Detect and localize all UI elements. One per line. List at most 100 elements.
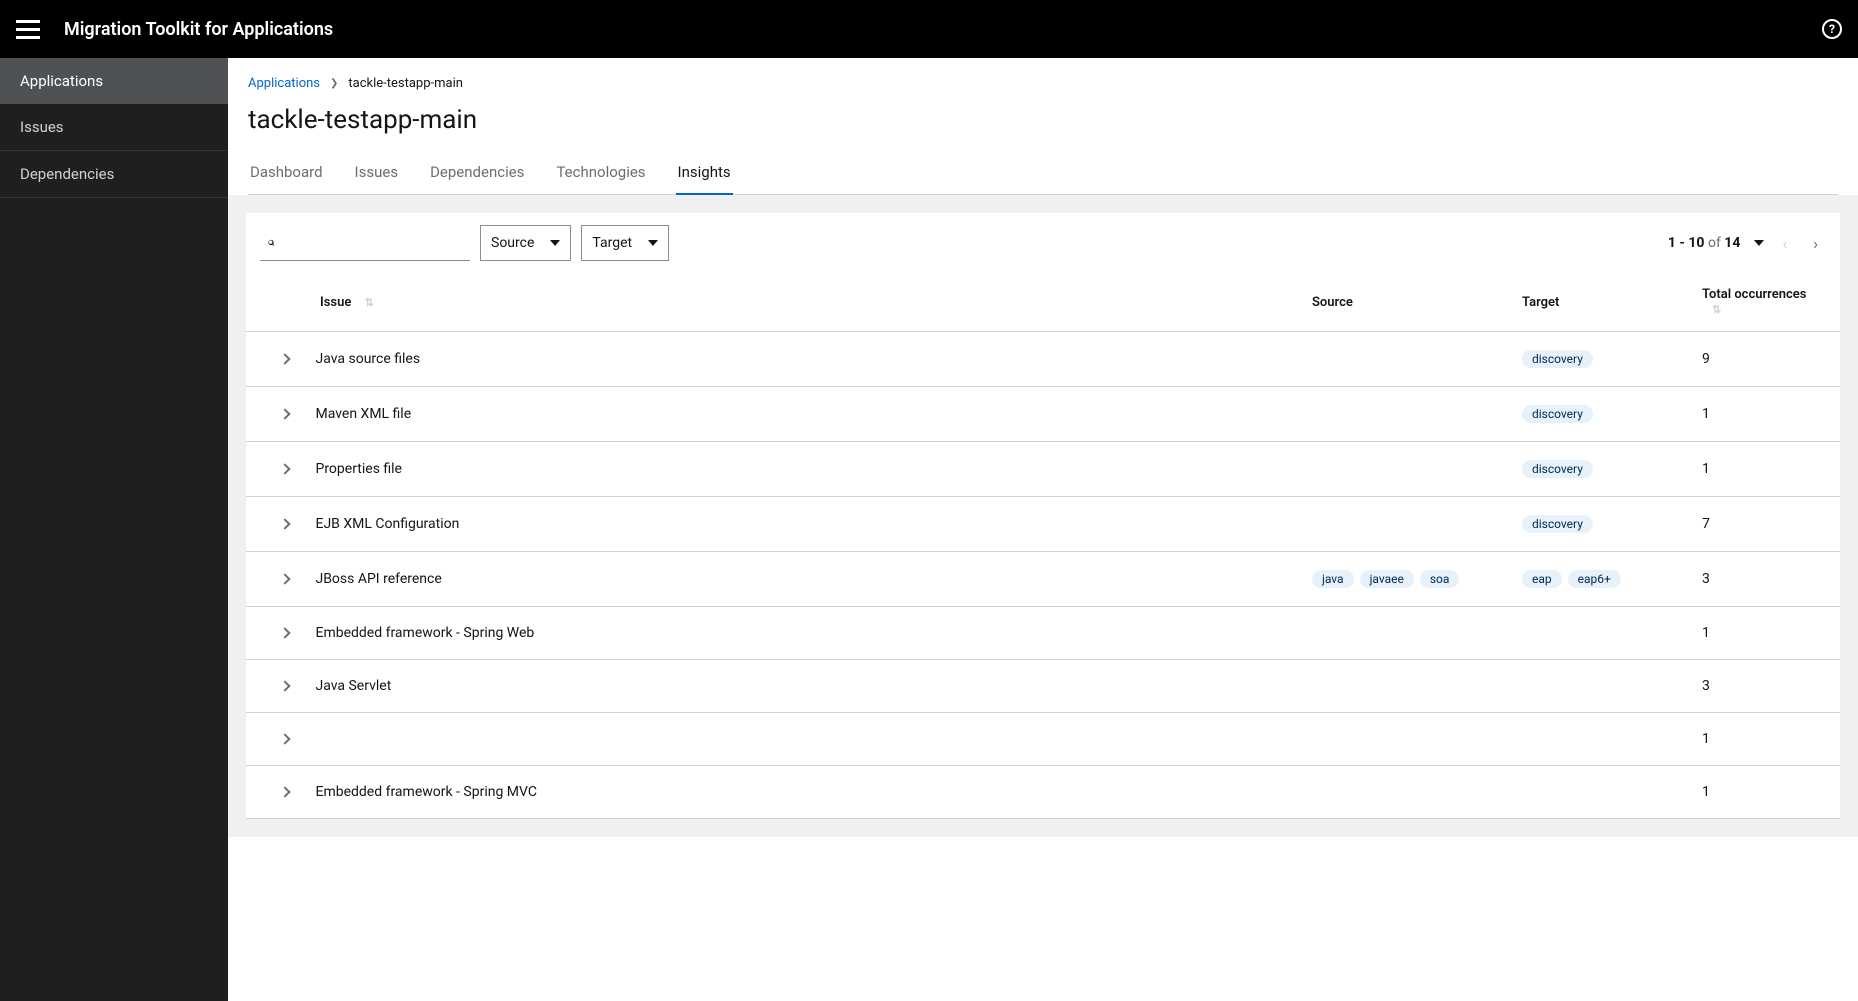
target-badge: discovery bbox=[1522, 460, 1593, 478]
target-cell: discovery bbox=[1510, 387, 1690, 442]
target-cell bbox=[1510, 660, 1690, 713]
source-filter-label: Source bbox=[491, 235, 534, 251]
expand-row-icon[interactable] bbox=[279, 627, 290, 638]
tab-dashboard[interactable]: Dashboard bbox=[248, 153, 325, 195]
target-badge: eap bbox=[1522, 570, 1562, 588]
main-content: Applications ❯ tackle-testapp-main tackl… bbox=[228, 58, 1858, 1001]
th-occurrences[interactable]: Total occurrences ⇅ bbox=[1690, 273, 1840, 332]
pagination-total: 14 bbox=[1724, 235, 1740, 251]
issue-cell: Java Servlet bbox=[315, 678, 391, 694]
target-cell bbox=[1510, 607, 1690, 660]
table-row: Embedded framework - Spring MVC 1 bbox=[246, 766, 1840, 819]
chevron-right-icon: ❯ bbox=[330, 78, 338, 89]
expand-row-icon[interactable] bbox=[279, 518, 290, 529]
table-row: JBoss API reference java javaee soa eapeap… bbox=[246, 552, 1840, 607]
table-row: Embedded framework - Spring Web 1 bbox=[246, 607, 1840, 660]
tabs: Dashboard Issues Dependencies Technologi… bbox=[248, 153, 1838, 195]
pagination: 1 - 10 of 14 ‹ › bbox=[1668, 234, 1826, 253]
source-cell bbox=[1300, 607, 1510, 660]
sidebar: Applications Issues Dependencies bbox=[0, 58, 228, 1001]
app-header: Migration Toolkit for Applications ? bbox=[0, 0, 1858, 58]
source-filter[interactable]: Source bbox=[480, 225, 571, 261]
th-target: Target bbox=[1510, 273, 1690, 332]
target-badge: eap6+ bbox=[1568, 570, 1621, 588]
th-source: Source bbox=[1300, 273, 1510, 332]
caret-down-icon bbox=[648, 240, 658, 246]
occurrences-cell: 3 bbox=[1690, 552, 1840, 607]
table-row: Java source files discovery 9 bbox=[246, 332, 1840, 387]
source-cell bbox=[1300, 713, 1510, 766]
next-page-button[interactable]: › bbox=[1805, 234, 1826, 253]
tab-issues[interactable]: Issues bbox=[353, 153, 401, 195]
expand-row-icon[interactable] bbox=[279, 573, 290, 584]
source-cell bbox=[1300, 442, 1510, 497]
target-cell: discovery bbox=[1510, 332, 1690, 387]
target-cell: eap eap6+ bbox=[1510, 552, 1690, 607]
sort-icon: ⇅ bbox=[1712, 303, 1721, 316]
caret-down-icon bbox=[550, 240, 560, 246]
target-filter[interactable]: Target bbox=[581, 225, 669, 261]
target-cell: discovery bbox=[1510, 442, 1690, 497]
target-badge: discovery bbox=[1522, 350, 1593, 368]
tab-insights[interactable]: Insights bbox=[676, 153, 733, 195]
sidebar-item-issues[interactable]: Issues bbox=[0, 104, 228, 151]
table-row: EJB XML Configuration discovery 7 bbox=[246, 497, 1840, 552]
occurrences-cell: 9 bbox=[1690, 332, 1840, 387]
expand-row-icon[interactable] bbox=[279, 408, 290, 419]
sort-icon: ⇅ bbox=[365, 296, 374, 309]
issue-cell: Properties file bbox=[315, 461, 402, 477]
page-size-dropdown[interactable] bbox=[1754, 240, 1764, 246]
app-title: Migration Toolkit for Applications bbox=[64, 19, 1822, 40]
occurrences-cell: 1 bbox=[1690, 713, 1840, 766]
occurrences-cell: 7 bbox=[1690, 497, 1840, 552]
table-row: Java Servlet 3 bbox=[246, 660, 1840, 713]
issue-cell: JBoss API reference bbox=[315, 571, 441, 587]
pagination-of: of bbox=[1708, 235, 1721, 251]
search-field[interactable] bbox=[281, 235, 462, 251]
breadcrumb-root[interactable]: Applications bbox=[248, 76, 320, 91]
occurrences-cell: 1 bbox=[1690, 442, 1840, 497]
table-row: Properties file discovery 1 bbox=[246, 442, 1840, 497]
source-cell bbox=[1300, 660, 1510, 713]
table-row: Maven XML file discovery 1 bbox=[246, 387, 1840, 442]
table-row: 1 bbox=[246, 713, 1840, 766]
pagination-range: 1 - 10 bbox=[1668, 235, 1705, 251]
source-cell bbox=[1300, 766, 1510, 819]
page-title: tackle-testapp-main bbox=[248, 105, 1838, 135]
tab-technologies[interactable]: Technologies bbox=[554, 153, 647, 195]
th-issue[interactable]: Issue ⇅ bbox=[246, 273, 1300, 332]
issue-cell: Java source files bbox=[315, 351, 420, 367]
target-filter-label: Target bbox=[592, 235, 632, 251]
source-cell bbox=[1300, 497, 1510, 552]
expand-row-icon[interactable] bbox=[279, 463, 290, 474]
sidebar-item-dependencies[interactable]: Dependencies bbox=[0, 151, 228, 198]
source-badge: java bbox=[1312, 570, 1354, 588]
breadcrumb-current: tackle-testapp-main bbox=[348, 76, 463, 91]
target-badge: discovery bbox=[1522, 515, 1593, 533]
search-input[interactable] bbox=[260, 225, 470, 261]
help-icon[interactable]: ? bbox=[1822, 19, 1842, 39]
hamburger-icon[interactable] bbox=[16, 17, 40, 41]
occurrences-cell: 3 bbox=[1690, 660, 1840, 713]
source-cell bbox=[1300, 332, 1510, 387]
source-cell bbox=[1300, 387, 1510, 442]
expand-row-icon[interactable] bbox=[279, 353, 290, 364]
issue-cell: EJB XML Configuration bbox=[315, 516, 459, 532]
issue-cell: Maven XML file bbox=[315, 406, 411, 422]
source-badge: soa bbox=[1420, 570, 1460, 588]
prev-page-button[interactable]: ‹ bbox=[1774, 234, 1795, 253]
expand-row-icon[interactable] bbox=[279, 786, 290, 797]
source-cell: java javaee soa bbox=[1300, 552, 1510, 607]
tab-dependencies[interactable]: Dependencies bbox=[428, 153, 526, 195]
toolbar: Source Target 1 - 10 of 14 bbox=[246, 213, 1840, 273]
target-cell: discovery bbox=[1510, 497, 1690, 552]
occurrences-cell: 1 bbox=[1690, 607, 1840, 660]
expand-row-icon[interactable] bbox=[279, 733, 290, 744]
occurrences-cell: 1 bbox=[1690, 766, 1840, 819]
insights-table: Issue ⇅ Source Target Total occurrences … bbox=[246, 273, 1840, 819]
source-badge: javaee bbox=[1360, 570, 1414, 588]
sidebar-item-applications[interactable]: Applications bbox=[0, 58, 228, 104]
issue-cell: Embedded framework - Spring MVC bbox=[315, 784, 536, 800]
target-cell bbox=[1510, 713, 1690, 766]
expand-row-icon[interactable] bbox=[279, 680, 290, 691]
